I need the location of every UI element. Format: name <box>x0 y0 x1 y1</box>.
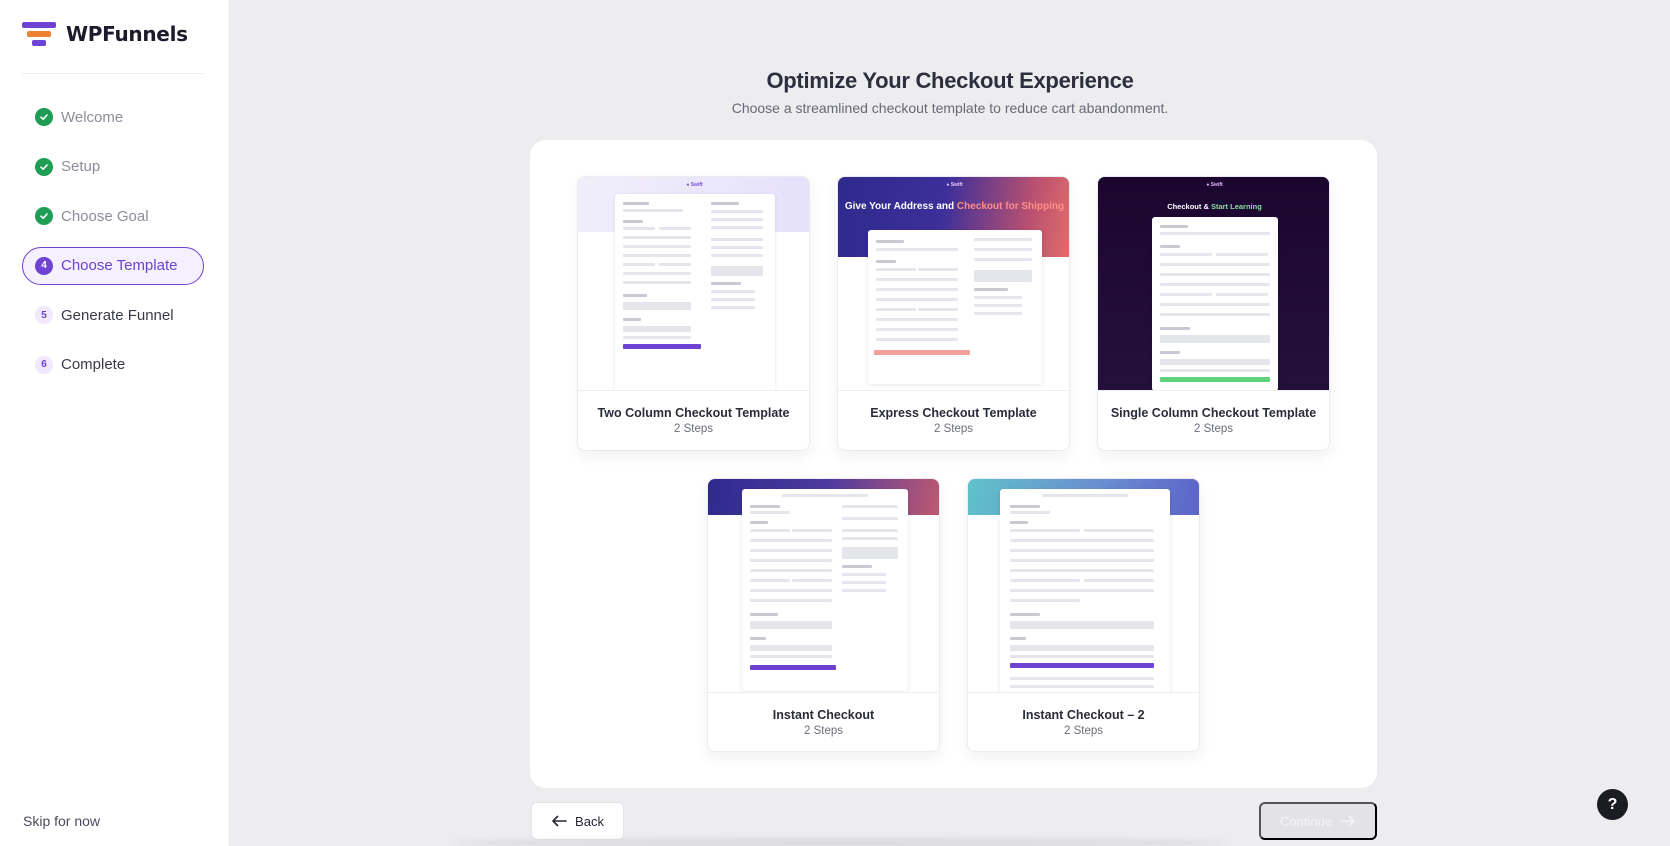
wizard-steps: Welcome Setup Choose Goal 4 Choose Templ… <box>22 98 204 395</box>
step-welcome[interactable]: Welcome <box>22 98 204 136</box>
hero-text-a: Give Your Address and <box>844 201 955 212</box>
template-steps-count: 2 Steps <box>674 423 713 435</box>
step-generate-funnel[interactable]: 5 Generate Funnel <box>22 296 204 334</box>
brand-name: WPFunnels <box>66 22 188 46</box>
step-setup[interactable]: Setup <box>22 148 204 186</box>
template-steps-count: 2 Steps <box>804 725 843 737</box>
step-choose-template[interactable]: 4 Choose Template <box>22 246 204 285</box>
template-panel: ● Swift Two Column Checkout Template 2 S… <box>530 140 1377 788</box>
continue-button[interactable]: Continue <box>1259 802 1377 840</box>
brand-logo[interactable]: WPFunnels <box>22 20 188 48</box>
arrow-right-icon <box>1340 815 1355 827</box>
arrow-left-icon <box>552 815 567 827</box>
step-label: Setup <box>61 158 101 175</box>
template-card-instant-checkout-2[interactable]: Instant Checkout – 2 2 Steps <box>967 478 1200 752</box>
step-number-badge: 5 <box>35 306 53 324</box>
template-name: Two Column Checkout Template <box>597 406 790 420</box>
hero-text-b: Checkout for Shipping <box>956 201 1065 212</box>
template-preview <box>708 479 939 693</box>
step-label: Generate Funnel <box>61 306 174 324</box>
template-name: Express Checkout Template <box>870 406 1037 420</box>
template-preview <box>968 479 1199 693</box>
continue-label: Continue <box>1279 813 1333 829</box>
hero-text-b: Start Learning <box>1210 202 1262 211</box>
step-number-badge: 4 <box>35 256 53 275</box>
step-number-badge: 6 <box>35 355 53 374</box>
template-preview: ● Swift Checkout & Start Learning <box>1098 177 1329 391</box>
template-steps-count: 2 Steps <box>1064 725 1103 737</box>
template-preview: ● Swift <box>578 177 809 391</box>
template-preview: ● Swift Give Your Address and Checkout f… <box>838 177 1069 391</box>
page-title: Optimize Your Checkout Experience <box>766 68 1134 93</box>
template-steps-count: 2 Steps <box>1194 423 1233 435</box>
step-label: Choose Template <box>61 257 178 274</box>
step-label: Welcome <box>61 108 124 126</box>
step-label: Complete <box>61 356 126 373</box>
template-card-express[interactable]: ● Swift Give Your Address and Checkout f… <box>837 176 1070 451</box>
back-button[interactable]: Back <box>531 802 624 840</box>
help-button[interactable]: ? <box>1597 789 1628 820</box>
check-circle-icon <box>35 207 53 225</box>
check-circle-icon <box>35 157 53 176</box>
funnel-logo-icon <box>22 20 56 48</box>
back-label: Back <box>575 813 604 829</box>
sidebar: WPFunnels Welcome Setup Choose Goal 4 Ch… <box>0 0 230 846</box>
template-name: Instant Checkout – 2 <box>1022 708 1145 722</box>
hero-text-a: Checkout & <box>1167 202 1209 211</box>
check-circle-icon <box>35 108 53 126</box>
template-card-single-column[interactable]: ● Swift Checkout & Start Learning Single… <box>1097 176 1330 451</box>
step-complete[interactable]: 6 Complete <box>22 346 204 384</box>
step-choose-goal[interactable]: Choose Goal <box>22 197 204 235</box>
template-name: Instant Checkout <box>772 708 875 722</box>
step-label: Choose Goal <box>61 207 149 225</box>
bottom-shadow <box>450 838 1230 846</box>
sidebar-divider <box>22 73 204 74</box>
template-name: Single Column Checkout Template <box>1110 406 1317 420</box>
template-card-instant-checkout[interactable]: Instant Checkout 2 Steps <box>707 478 940 752</box>
page-subtitle: Choose a streamlined checkout template t… <box>731 100 1169 116</box>
skip-for-now-link[interactable]: Skip for now <box>23 813 100 829</box>
template-card-two-column[interactable]: ● Swift Two Column Checkout Template 2 S… <box>577 176 810 451</box>
template-steps-count: 2 Steps <box>934 423 973 435</box>
